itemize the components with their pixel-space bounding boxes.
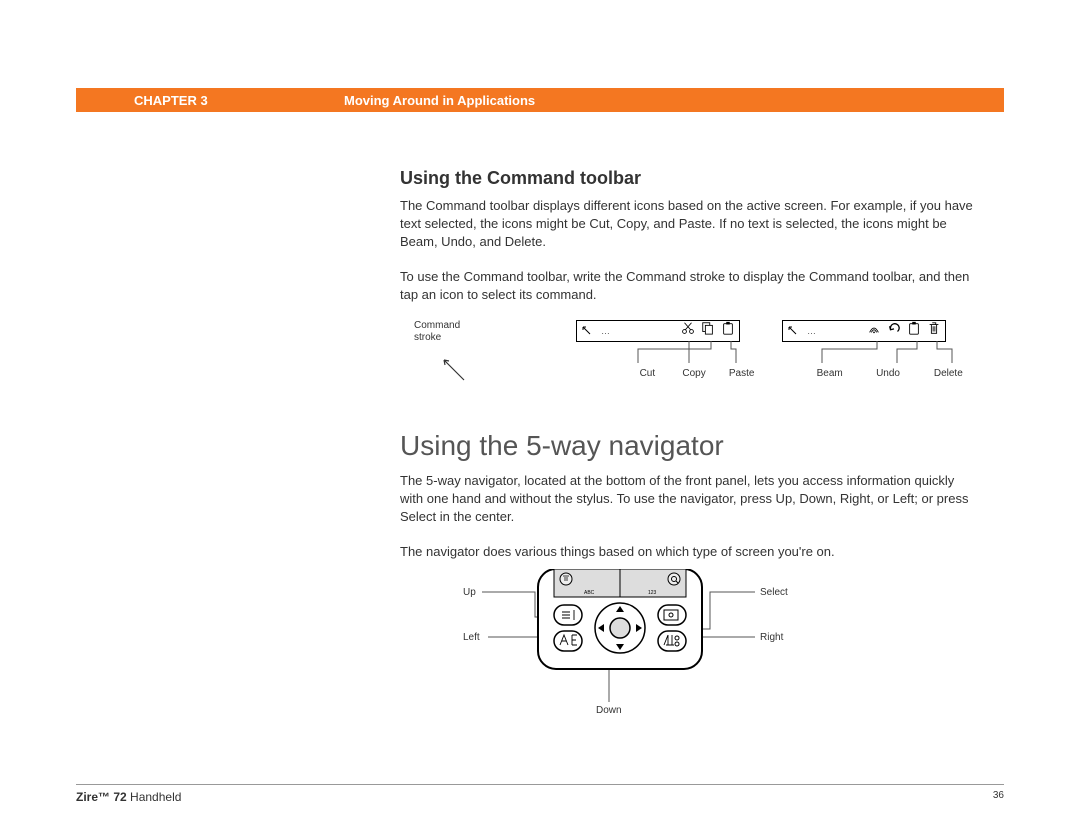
beam-label: Beam: [805, 368, 854, 379]
copy-icon: [701, 321, 715, 340]
chapter-title: Moving Around in Applications: [344, 93, 535, 108]
chapter-label: CHAPTER 3: [134, 93, 334, 108]
section2-p2: The navigator does various things based …: [400, 543, 980, 561]
ellipsis-icon: …: [597, 326, 681, 336]
toolbar-figure: Command stroke …: [400, 320, 980, 400]
cursor-icon: [783, 325, 803, 337]
section2-heading: Using the 5-way navigator: [400, 430, 980, 462]
delete-icon: [927, 321, 941, 340]
delete-label: Delete: [922, 368, 975, 379]
navigator-figure: Up Left Select Right Down ABC 123: [400, 577, 980, 737]
section1-p1: The Command toolbar displays different i…: [400, 197, 980, 252]
undo-icon: [887, 321, 901, 340]
paste-icon: [907, 321, 921, 340]
command-toolbar-no-selection: …: [782, 320, 946, 342]
device-illustration: ABC 123: [520, 569, 720, 689]
command-toolbar-text-selected: …: [576, 320, 740, 342]
ellipsis-icon: …: [803, 326, 867, 336]
footer: Zire™ 72 Handheld 36: [76, 784, 1004, 804]
section2-p1: The 5-way navigator, located at the bott…: [400, 472, 980, 527]
product-name: Zire™ 72 Handheld: [76, 790, 181, 804]
cut-icon: [681, 321, 695, 340]
svg-text:ABC: ABC: [584, 590, 595, 596]
copy-label: Copy: [670, 368, 719, 379]
command-stroke-icon: [440, 356, 470, 386]
callout-lines-left: [576, 341, 741, 371]
callout-lines-right: [782, 341, 962, 371]
cursor-icon: [577, 325, 597, 337]
section1-heading: Using the Command toolbar: [400, 168, 980, 189]
section1-p2: To use the Command toolbar, write the Co…: [400, 268, 980, 304]
beam-icon: [867, 321, 881, 340]
paste-label: Paste: [718, 368, 765, 379]
header-bar: CHAPTER 3 Moving Around in Applications: [76, 88, 1004, 112]
cut-label: Cut: [625, 368, 670, 379]
svg-text:123: 123: [648, 590, 657, 596]
paste-icon: [721, 321, 735, 340]
undo-label: Undo: [854, 368, 921, 379]
page-number: 36: [993, 790, 1004, 804]
command-stroke-label: Command stroke: [414, 320, 474, 344]
